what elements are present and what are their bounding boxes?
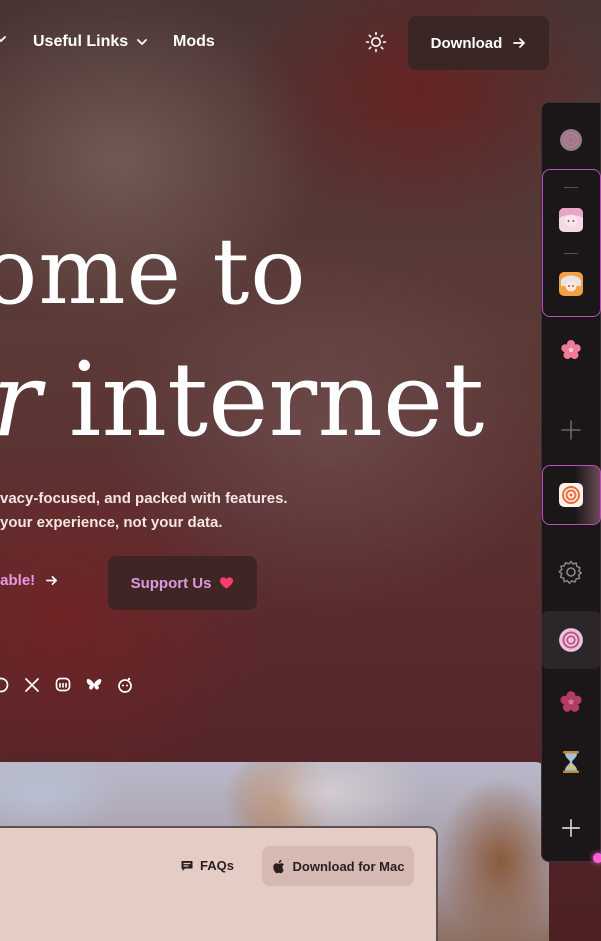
- sidebar-item-flower-dark[interactable]: [542, 677, 600, 727]
- github-icon[interactable]: [0, 676, 10, 694]
- beta-available-label: lable!: [0, 572, 36, 589]
- faqs-label: FAQs: [200, 858, 234, 873]
- sidebar-item-zen-active[interactable]: [542, 611, 600, 669]
- sidebar-add-button-bottom[interactable]: [542, 803, 600, 853]
- arrow-right-icon: [46, 575, 58, 586]
- sidebar-item-spiral-app[interactable]: [542, 471, 600, 519]
- sidebar-indicator-dot: [593, 853, 601, 863]
- spiral-app-icon: [559, 483, 583, 507]
- faqs-link[interactable]: FAQs: [180, 858, 234, 873]
- flower-icon: [560, 691, 582, 712]
- hero-title-line2: rinternet: [0, 350, 484, 452]
- browser-sidebar: [541, 102, 601, 862]
- add-icon: [561, 420, 581, 440]
- heart-icon: [220, 577, 234, 589]
- support-us-label: Support Us: [130, 574, 212, 592]
- chat-bubble-icon: [181, 860, 193, 871]
- add-icon: [562, 819, 580, 837]
- bluesky-icon[interactable]: [85, 676, 103, 694]
- sun-icon[interactable]: [364, 30, 388, 54]
- download-button[interactable]: Download: [408, 16, 549, 70]
- nav-mods[interactable]: Mods: [173, 33, 215, 51]
- zen-logo-icon: [559, 628, 583, 652]
- download-button-label: Download: [430, 34, 503, 52]
- sidebar-add-button[interactable]: [542, 405, 600, 455]
- sidebar-item-zen[interactable]: [542, 115, 600, 165]
- apple-icon: [272, 859, 284, 873]
- reddit-icon[interactable]: [116, 676, 134, 694]
- social-links: [0, 676, 134, 694]
- sidebar-settings-button[interactable]: [542, 547, 600, 597]
- sidebar-item-flower[interactable]: [542, 325, 600, 375]
- sidebar-item-avatar-1[interactable]: [542, 205, 600, 235]
- gear-icon: [558, 560, 582, 585]
- hero-subtitle: vacy-focused, and packed with features. …: [0, 487, 330, 535]
- hourglass-icon: [563, 751, 579, 773]
- download-for-mac-button[interactable]: Download for Mac: [262, 846, 414, 886]
- beta-available-link[interactable]: lable!: [0, 572, 58, 589]
- x-icon[interactable]: [23, 676, 41, 694]
- flower-icon: [561, 340, 581, 359]
- hero-title-line1: ome to: [0, 218, 307, 325]
- nav-mods-label: Mods: [173, 33, 215, 50]
- chevron-down-icon: [137, 39, 148, 46]
- hero-title-rest: internet: [68, 341, 485, 460]
- sidebar-divider: [564, 187, 578, 188]
- hero-subtitle-line2: your experience, not your data.: [0, 514, 223, 531]
- nav-useful-links-label: Useful Links: [33, 33, 129, 50]
- anime-avatar-1-icon: [559, 208, 583, 232]
- sidebar-item-avatar-2[interactable]: [542, 269, 600, 299]
- chevron-down-icon[interactable]: [0, 34, 6, 44]
- top-nav: Useful Links Mods Download: [0, 0, 601, 86]
- download-for-mac-label: Download for Mac: [292, 858, 405, 874]
- sidebar-item-hourglass[interactable]: [542, 737, 600, 787]
- zen-logo-icon: [560, 129, 582, 151]
- mastodon-icon[interactable]: [54, 676, 72, 694]
- arrow-right-icon: [513, 38, 526, 48]
- sidebar-divider: [564, 253, 578, 254]
- support-us-button[interactable]: Support Us: [108, 556, 257, 610]
- hero-title-italic: r: [0, 341, 41, 460]
- anime-avatar-2-icon: [559, 272, 583, 296]
- hero-subtitle-line1: vacy-focused, and packed with features.: [0, 490, 288, 507]
- nav-useful-links[interactable]: Useful Links: [33, 33, 148, 51]
